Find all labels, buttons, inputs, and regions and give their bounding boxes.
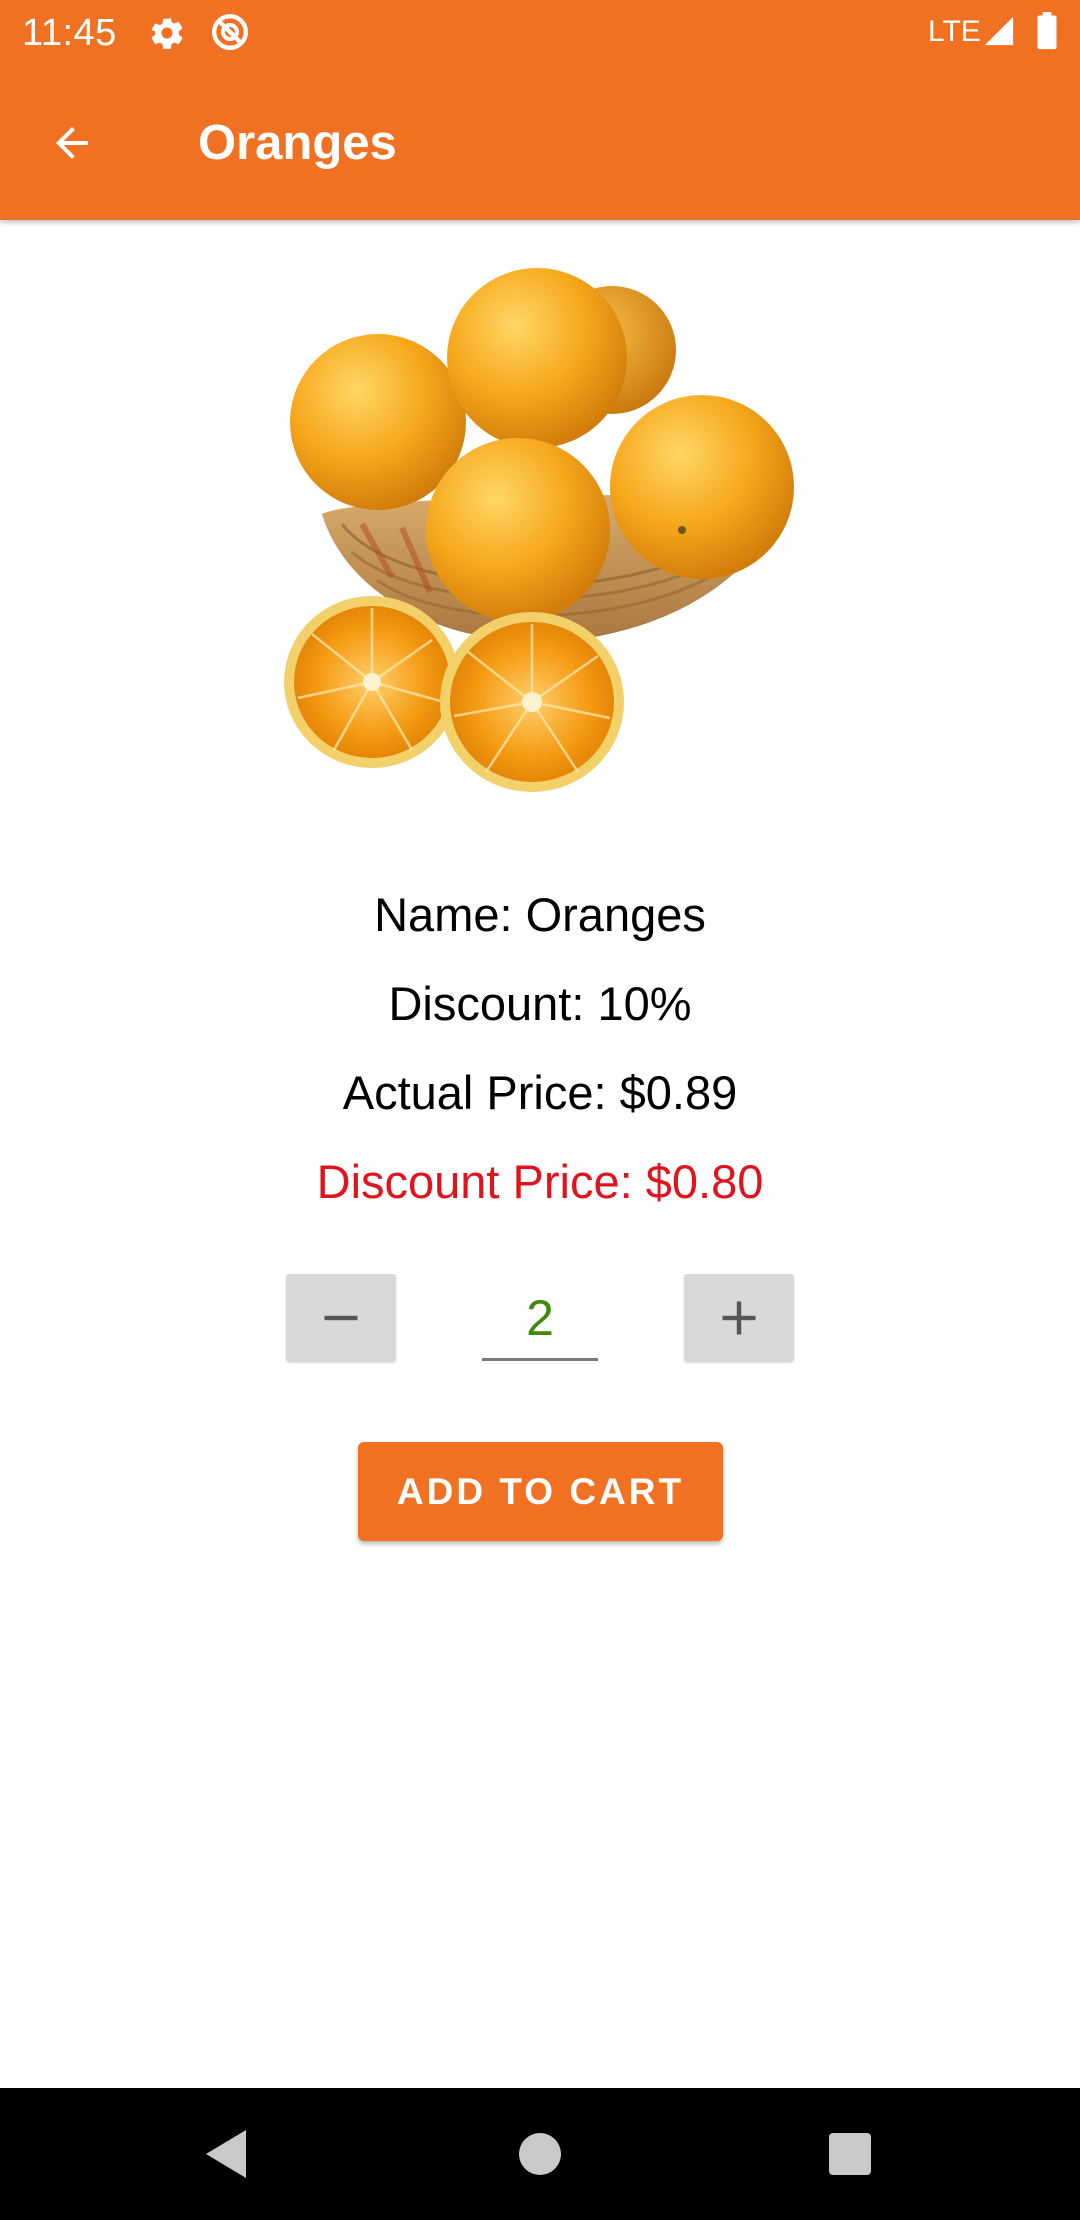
- add-to-cart-button[interactable]: ADD TO CART: [358, 1442, 723, 1541]
- minus-icon: [324, 1315, 358, 1321]
- sync-icon: [212, 14, 248, 50]
- network-type-label: LTE: [928, 15, 981, 48]
- product-name-text: Name: Oranges: [374, 888, 706, 941]
- discount-price-text: Discount Price: $0.80: [316, 1155, 764, 1208]
- discount-text: Discount: 10%: [388, 977, 692, 1030]
- gear-icon: [151, 17, 183, 49]
- back-button[interactable]: [40, 111, 104, 175]
- nav-back-icon[interactable]: [202, 2128, 250, 2180]
- page-title: Oranges: [198, 116, 397, 170]
- nav-recents-icon[interactable]: [829, 2133, 871, 2175]
- oranges-basket-image: [284, 268, 794, 792]
- status-time: 11:45: [22, 12, 117, 54]
- product-detail-screen: 11:45 LTE Oranges Name: Oranges Discount…: [0, 0, 1080, 2220]
- increase-quantity-button[interactable]: [684, 1274, 794, 1362]
- nav-home-icon[interactable]: [519, 2133, 561, 2175]
- plus-icon: [722, 1301, 756, 1335]
- actual-price-text: Actual Price: $0.89: [342, 1066, 738, 1119]
- decrease-quantity-button[interactable]: [286, 1274, 396, 1362]
- battery-icon: [1037, 12, 1057, 50]
- navigation-bar: [0, 2088, 1080, 2220]
- status-bar: 11:45 LTE: [0, 0, 1080, 66]
- app-bar: Oranges: [0, 66, 1080, 220]
- arrow-left-icon: [56, 127, 88, 159]
- signal-icon: [984, 16, 1014, 46]
- quantity-field[interactable]: [482, 1278, 598, 1361]
